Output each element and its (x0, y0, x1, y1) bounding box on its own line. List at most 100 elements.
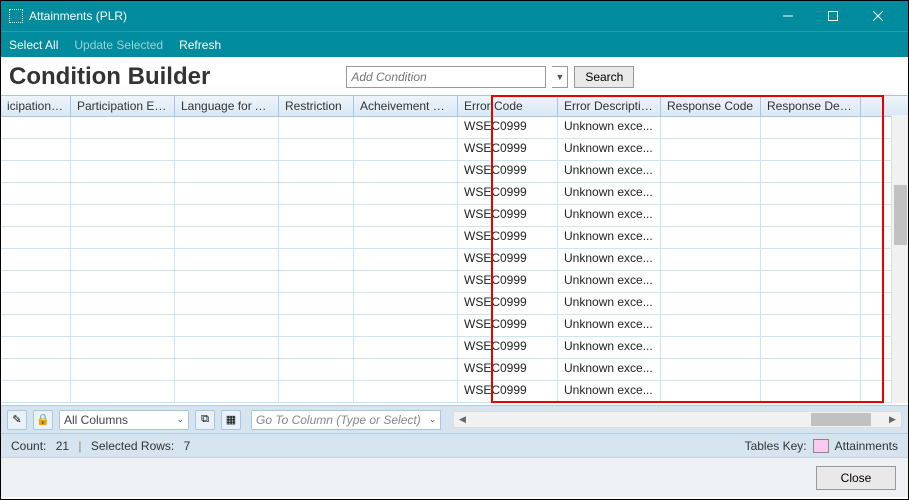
table-cell[interactable] (661, 227, 761, 248)
col-header[interactable]: Error Description (558, 96, 661, 116)
table-row[interactable]: WSEC0999Unknown exce... (1, 337, 908, 359)
table-row[interactable]: WSEC0999Unknown exce... (1, 139, 908, 161)
goto-column-selector[interactable]: Go To Column (Type or Select) ⌄ (251, 410, 441, 430)
table-cell[interactable] (661, 381, 761, 402)
table-cell[interactable] (661, 139, 761, 160)
table-cell[interactable] (279, 337, 354, 358)
table-cell[interactable]: WSEC0999 (458, 271, 558, 292)
table-row[interactable]: WSEC0999Unknown exce... (1, 249, 908, 271)
table-cell[interactable] (661, 183, 761, 204)
lock-icon[interactable]: 🔒 (33, 410, 53, 430)
col-header[interactable]: Language for A... (175, 96, 279, 116)
table-cell[interactable] (354, 271, 458, 292)
table-cell[interactable]: WSEC0999 (458, 161, 558, 182)
scrollbar-thumb[interactable] (894, 185, 907, 245)
table-cell[interactable] (761, 161, 861, 182)
table-cell[interactable] (279, 117, 354, 138)
table-cell[interactable]: WSEC0999 (458, 381, 558, 402)
table-cell[interactable] (279, 183, 354, 204)
maximize-button[interactable] (810, 1, 855, 31)
table-cell[interactable] (354, 359, 458, 380)
table-cell[interactable] (761, 139, 861, 160)
table-cell[interactable] (354, 161, 458, 182)
table-cell[interactable]: Unknown exce... (558, 183, 661, 204)
table-cell[interactable] (71, 293, 175, 314)
table-cell[interactable] (354, 249, 458, 270)
add-condition-input[interactable] (346, 66, 546, 88)
table-cell[interactable] (279, 381, 354, 402)
column-selector[interactable]: All Columns ⌄ (59, 410, 189, 430)
table-cell[interactable] (661, 315, 761, 336)
table-cell[interactable] (71, 337, 175, 358)
table-cell[interactable] (175, 139, 279, 160)
table-cell[interactable] (279, 315, 354, 336)
table-cell[interactable]: WSEC0999 (458, 205, 558, 226)
table-cell[interactable] (175, 161, 279, 182)
table-cell[interactable] (761, 205, 861, 226)
table-row[interactable]: WSEC0999Unknown exce... (1, 227, 908, 249)
table-cell[interactable]: WSEC0999 (458, 249, 558, 270)
table-cell[interactable]: Unknown exce... (558, 117, 661, 138)
table-cell[interactable]: Unknown exce... (558, 337, 661, 358)
table-cell[interactable] (1, 161, 71, 182)
horizontal-scrollbar[interactable]: ◀ ▶ (453, 411, 902, 428)
table-cell[interactable] (175, 205, 279, 226)
close-window-button[interactable] (855, 1, 900, 31)
table-cell[interactable] (175, 117, 279, 138)
col-header[interactable]: Participation En... (71, 96, 175, 116)
table-cell[interactable] (661, 117, 761, 138)
scroll-left-arrow[interactable]: ◀ (454, 412, 471, 427)
table-cell[interactable] (661, 161, 761, 182)
table-cell[interactable] (761, 337, 861, 358)
table-row[interactable]: WSEC0999Unknown exce... (1, 381, 908, 403)
col-header[interactable]: Response Desc... (761, 96, 861, 116)
table-cell[interactable] (354, 183, 458, 204)
table-cell[interactable]: WSEC0999 (458, 359, 558, 380)
table-cell[interactable] (71, 315, 175, 336)
col-header[interactable]: Restriction (279, 96, 354, 116)
table-cell[interactable]: WSEC0999 (458, 337, 558, 358)
table-cell[interactable]: Unknown exce... (558, 249, 661, 270)
table-cell[interactable] (175, 293, 279, 314)
table-cell[interactable] (761, 117, 861, 138)
table-cell[interactable] (71, 381, 175, 402)
table-cell[interactable] (71, 249, 175, 270)
table-cell[interactable] (279, 205, 354, 226)
table-cell[interactable] (175, 359, 279, 380)
close-button[interactable]: Close (816, 466, 896, 490)
table-row[interactable]: WSEC0999Unknown exce... (1, 117, 908, 139)
table-cell[interactable] (175, 381, 279, 402)
table-cell[interactable]: Unknown exce... (558, 293, 661, 314)
table-cell[interactable] (1, 205, 71, 226)
table-cell[interactable] (354, 139, 458, 160)
table-cell[interactable]: Unknown exce... (558, 205, 661, 226)
table-cell[interactable] (71, 117, 175, 138)
table-cell[interactable]: Unknown exce... (558, 359, 661, 380)
search-button[interactable]: Search (574, 66, 634, 88)
table-cell[interactable] (279, 227, 354, 248)
table-cell[interactable]: WSEC0999 (458, 117, 558, 138)
table-cell[interactable] (661, 271, 761, 292)
table-row[interactable]: WSEC0999Unknown exce... (1, 161, 908, 183)
table-cell[interactable] (279, 293, 354, 314)
table-cell[interactable]: Unknown exce... (558, 271, 661, 292)
add-row-icon[interactable]: ✎ (7, 410, 27, 430)
table-cell[interactable] (71, 139, 175, 160)
table-cell[interactable] (71, 271, 175, 292)
col-header[interactable]: icipation St... (1, 96, 71, 116)
scroll-right-arrow[interactable]: ▶ (884, 412, 901, 427)
table-cell[interactable] (71, 183, 175, 204)
table-cell[interactable] (1, 337, 71, 358)
table-cell[interactable] (279, 249, 354, 270)
col-header[interactable]: Response Code (661, 96, 761, 116)
table-cell[interactable] (175, 183, 279, 204)
vertical-scrollbar[interactable] (891, 115, 908, 403)
table-cell[interactable] (661, 205, 761, 226)
table-cell[interactable] (1, 381, 71, 402)
table-row[interactable]: WSEC0999Unknown exce... (1, 271, 908, 293)
table-cell[interactable] (279, 161, 354, 182)
table-cell[interactable] (71, 161, 175, 182)
table-cell[interactable]: Unknown exce... (558, 161, 661, 182)
table-cell[interactable] (175, 337, 279, 358)
table-row[interactable]: WSEC0999Unknown exce... (1, 293, 908, 315)
